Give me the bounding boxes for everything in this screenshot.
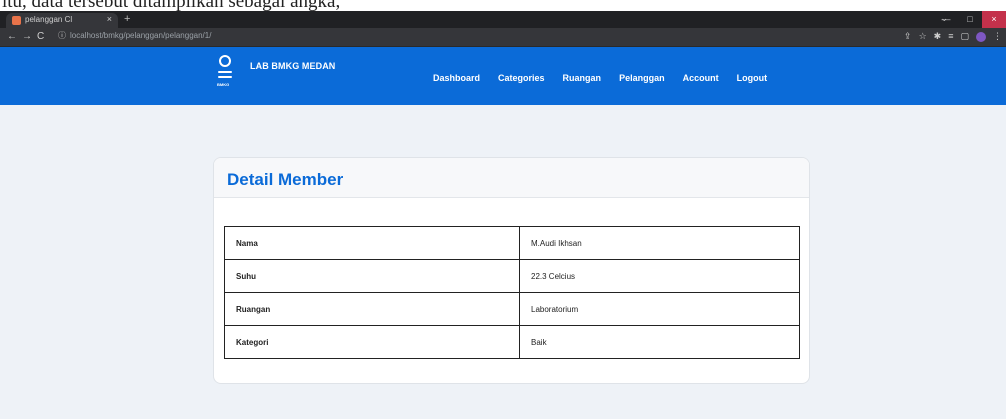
nav-logout[interactable]: Logout <box>737 73 768 83</box>
info-icon[interactable]: ⓘ <box>58 31 66 40</box>
field-label: Suhu <box>224 259 520 293</box>
split-view-icon[interactable]: ▢ <box>960 31 969 42</box>
nav-menu: Dashboard Categories Ruangan Pelanggan A… <box>433 73 785 83</box>
table-row: Suhu 22.3 Celcius <box>224 259 800 293</box>
page-title: Detail Member <box>227 170 344 189</box>
card-header: Detail Member <box>214 158 809 198</box>
field-value: M.Audi Ikhsan <box>519 226 800 260</box>
brand-name: LAB BMKG MEDAN <box>250 61 336 71</box>
nav-pelanggan[interactable]: Pelanggan <box>619 73 665 83</box>
browser-tab-bar: pelanggan Cl × + ⌄ — □ × <box>0 11 1006 28</box>
profile-avatar[interactable] <box>976 32 986 42</box>
new-tab-button[interactable]: + <box>124 13 130 25</box>
table-row: Kategori Baik <box>224 325 800 359</box>
toolbar-icons: ⇪ ☆ ✱ ≡ ▢ ⋮ <box>904 31 1002 42</box>
share-icon[interactable]: ⇪ <box>904 31 912 42</box>
browser-tab[interactable]: pelanggan Cl × <box>6 13 118 28</box>
maximize-button[interactable]: □ <box>958 11 982 28</box>
address-bar[interactable]: ⓘ localhost/bmkg/pelanggan/pelanggan/1/ <box>58 30 211 41</box>
field-label: Kategori <box>224 325 520 359</box>
minimize-button[interactable]: — <box>934 11 958 28</box>
detail-table: Nama M.Audi Ikhsan Suhu 22.3 Celcius Rua… <box>224 226 800 359</box>
field-label: Nama <box>224 226 520 260</box>
forward-icon[interactable]: → <box>22 31 32 42</box>
page-content: Detail Member Nama M.Audi Ikhsan Suhu 22… <box>0 105 1006 419</box>
browser-chrome: pelanggan Cl × + ⌄ — □ × ← → C ⓘ localhos… <box>0 11 1006 47</box>
tab-close-icon[interactable]: × <box>107 14 112 24</box>
extensions-icon[interactable]: ✱ <box>934 31 942 42</box>
table-row: Ruangan Laboratorium <box>224 292 800 326</box>
close-window-button[interactable]: × <box>982 11 1006 28</box>
reading-list-icon[interactable]: ≡ <box>948 31 953 42</box>
site-navbar: BMKG LAB BMKG MEDAN Dashboard Categories… <box>0 47 1006 105</box>
menu-kebab-icon[interactable]: ⋮ <box>993 31 1002 42</box>
url-text: localhost/bmkg/pelanggan/pelanggan/1/ <box>70 31 212 40</box>
field-value: 22.3 Celcius <box>519 259 800 293</box>
window-controls: — □ × <box>934 11 1006 28</box>
brand[interactable]: BMKG LAB BMKG MEDAN <box>217 55 336 93</box>
nav-categories[interactable]: Categories <box>498 73 545 83</box>
field-value: Laboratorium <box>519 292 800 326</box>
back-icon[interactable]: ← <box>7 31 17 42</box>
reload-icon[interactable]: C <box>37 31 44 42</box>
table-row: Nama M.Audi Ikhsan <box>224 226 800 260</box>
document-text-fragment: itu, data tersebut ditampilkan sebagai a… <box>2 0 341 11</box>
bmkg-logo-icon: BMKG <box>217 55 232 93</box>
logo-caption: BMKG <box>217 82 230 87</box>
bookmark-star-icon[interactable]: ☆ <box>919 31 927 42</box>
nav-dashboard[interactable]: Dashboard <box>433 73 480 83</box>
tab-title: pelanggan Cl <box>25 15 73 24</box>
detail-card: Detail Member Nama M.Audi Ikhsan Suhu 22… <box>213 157 810 384</box>
field-value: Baik <box>519 325 800 359</box>
nav-ruangan[interactable]: Ruangan <box>563 73 602 83</box>
favicon-icon <box>12 16 21 25</box>
nav-account[interactable]: Account <box>683 73 719 83</box>
field-label: Ruangan <box>224 292 520 326</box>
browser-toolbar: ← → C ⓘ localhost/bmkg/pelanggan/pelangga… <box>0 28 1006 47</box>
